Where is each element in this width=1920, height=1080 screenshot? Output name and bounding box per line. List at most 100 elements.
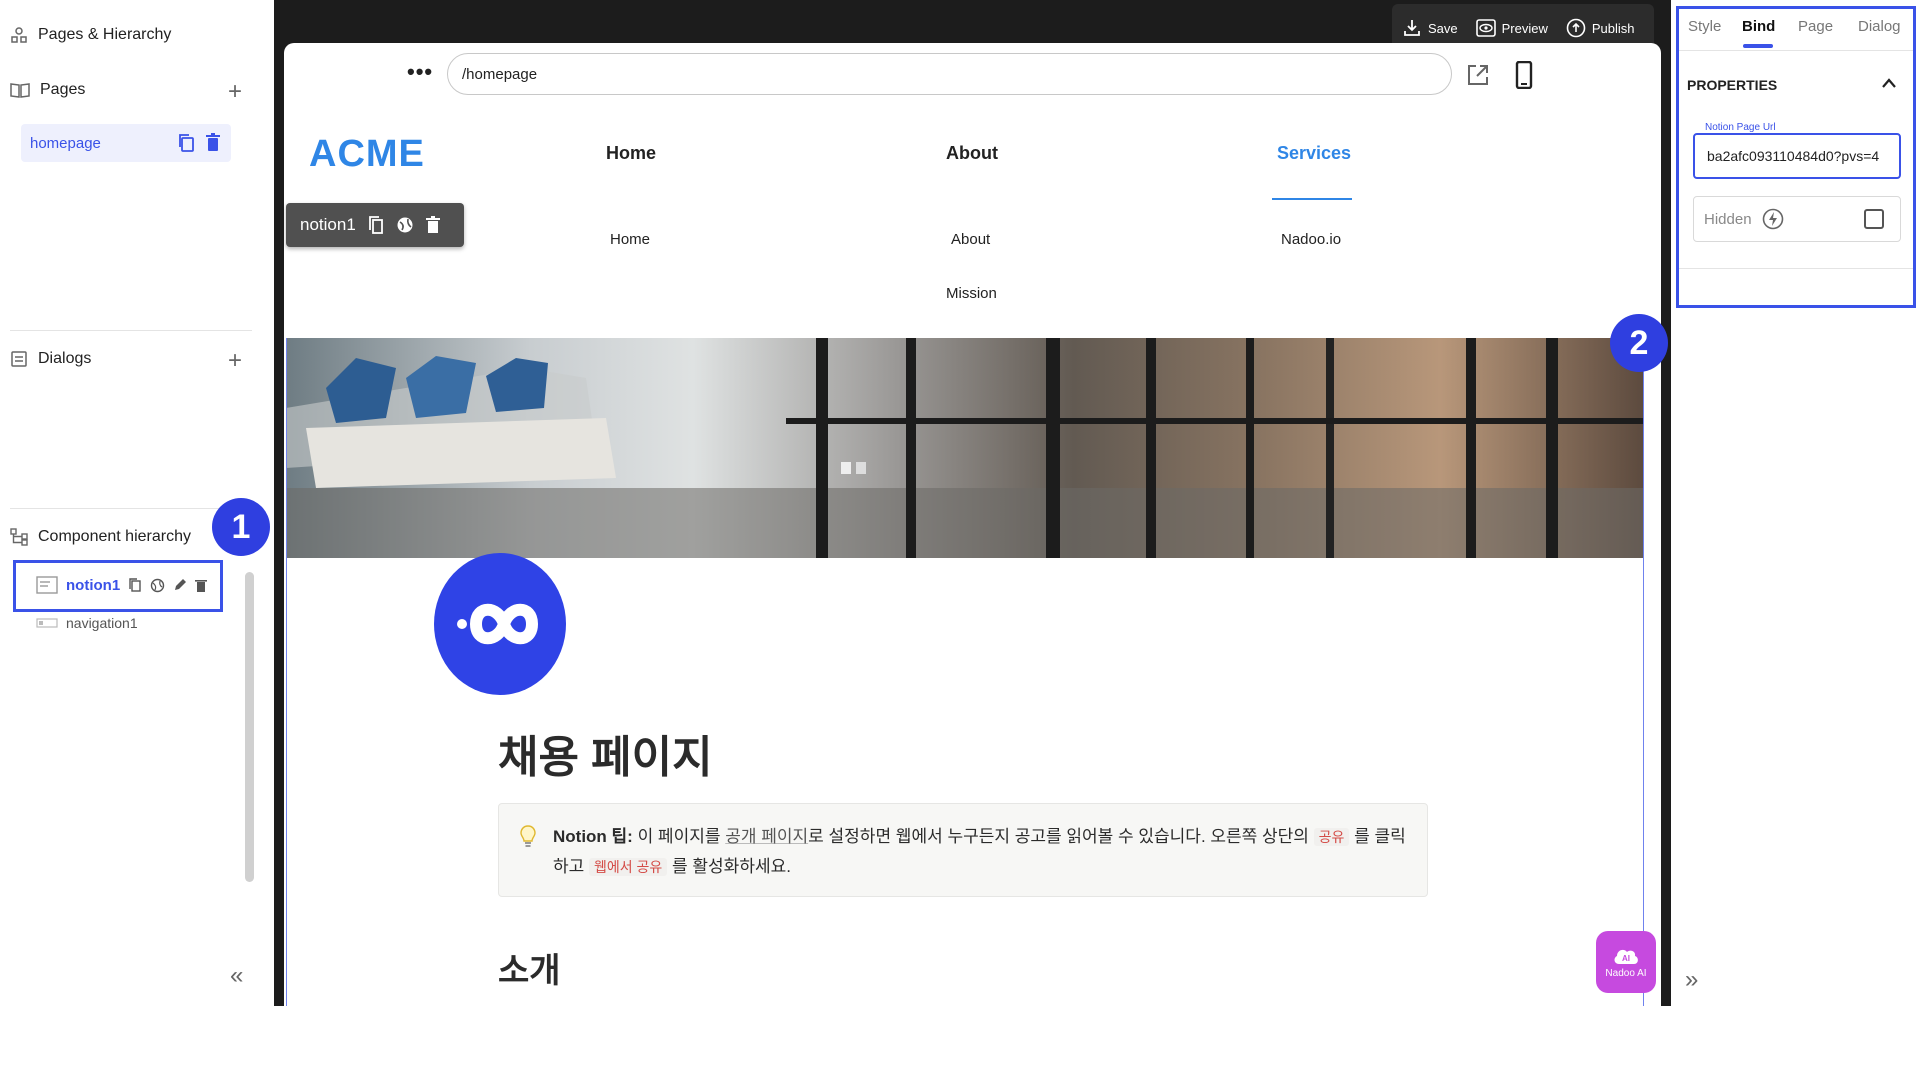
callout-text-2: 로 설정하면 웹에서 누구든지 공고를 읽어볼 수 있습니다. 오른쪽 상단의: [808, 827, 1314, 846]
mobile-view-icon[interactable]: [1515, 61, 1533, 89]
component-hierarchy-header: Component hierarchy: [10, 528, 191, 546]
notion-page-url-label: Notion Page Url: [1701, 122, 1780, 133]
hidden-checkbox[interactable]: [1864, 209, 1884, 229]
component-item-navigation1[interactable]: navigation1: [36, 615, 138, 631]
sidebar-divider: [10, 508, 252, 509]
delete-icon[interactable]: [205, 133, 221, 153]
add-page-button[interactable]: +: [228, 80, 242, 104]
page-item-label: homepage: [30, 134, 101, 152]
callout-text-1: 이 페이지를: [632, 827, 726, 846]
book-icon: [10, 83, 30, 98]
properties-title: PROPERTIES: [1687, 77, 1778, 93]
right-panel: Style Bind Page Dialog PROPERTIES ba2afc…: [1671, 0, 1920, 1006]
copy-icon[interactable]: [368, 215, 384, 235]
page-item-homepage[interactable]: homepage: [21, 124, 231, 162]
tab-page[interactable]: Page: [1798, 18, 1833, 35]
nadoo-ai-button[interactable]: AI Nadoo AI: [1596, 931, 1656, 993]
download-icon: [1404, 20, 1420, 36]
component-item-label: notion1: [66, 576, 121, 594]
notion-component-icon: [36, 576, 58, 594]
notion-page-url-input[interactable]: ba2afc093110484d0?pvs=4: [1693, 133, 1901, 179]
collapse-right-button[interactable]: »: [1685, 966, 1698, 994]
hidden-toggle-row: Hidden: [1693, 196, 1901, 242]
delete-icon[interactable]: [425, 216, 440, 234]
notion-page-title: 채용 페이지: [498, 733, 713, 782]
publish-label: Publish: [1591, 20, 1635, 36]
tab-bind[interactable]: Bind: [1742, 18, 1775, 35]
component-item-notion1[interactable]: notion1: [36, 576, 208, 594]
nav-active-underline: [1272, 198, 1352, 200]
copy-icon[interactable]: [177, 133, 195, 153]
globe-icon[interactable]: [150, 578, 165, 593]
save-button[interactable]: Save: [1402, 18, 1458, 38]
nav-home[interactable]: Home: [606, 143, 656, 164]
share-tag: 공유: [1313, 828, 1350, 846]
app-root: Pages & Hierarchy Pages + homepage Dialo…: [0, 0, 1920, 1080]
active-tab-underline: [1743, 44, 1773, 48]
hero-image: [286, 338, 1644, 558]
selected-component-name: notion1: [300, 215, 356, 234]
nav-sub-mission[interactable]: Mission: [946, 285, 997, 302]
dialog-icon: [11, 351, 27, 367]
nav-services[interactable]: Services: [1277, 143, 1351, 164]
more-options-button[interactable]: •••: [407, 59, 433, 85]
preview-button[interactable]: Preview: [1475, 19, 1548, 37]
nav-sub-nadoo[interactable]: Nadoo.io: [1281, 231, 1341, 248]
add-dialog-button[interactable]: +: [228, 349, 242, 373]
url-input[interactable]: /homepage: [447, 53, 1452, 95]
hierarchy-scrollbar[interactable]: [245, 572, 254, 882]
nav-sub-about[interactable]: About: [951, 231, 990, 248]
delete-icon[interactable]: [195, 578, 208, 593]
publish-button[interactable]: Publish: [1566, 18, 1635, 38]
tab-style[interactable]: Style: [1688, 18, 1721, 35]
pages-hierarchy-header: Pages & Hierarchy: [10, 26, 171, 44]
preview-label: Preview: [1501, 20, 1548, 36]
dialogs-header: Dialogs: [10, 350, 91, 368]
office-photo: [286, 338, 1644, 558]
ai-badge: AI: [1622, 954, 1630, 963]
collapse-left-button[interactable]: «: [230, 962, 243, 990]
lightbulb-icon: [520, 825, 536, 847]
tab-dialog[interactable]: Dialog: [1858, 18, 1901, 35]
step-marker-1: 1: [212, 498, 270, 556]
dialogs-title: Dialogs: [38, 350, 92, 367]
chevron-up-icon[interactable]: [1881, 77, 1897, 89]
component-item-label: navigation1: [66, 615, 138, 631]
eye-icon: [1475, 19, 1496, 37]
notion-callout: Notion 팁: 이 페이지를 공개 페이지로 설정하면 웹에서 누구든지 공…: [498, 803, 1428, 897]
site-logo[interactable]: ACME: [309, 133, 425, 176]
public-page-link[interactable]: 공개 페이지: [725, 827, 808, 846]
url-path: /homepage: [462, 65, 538, 83]
globe-icon[interactable]: [396, 216, 414, 234]
callout-bold: Notion 팁:: [553, 827, 633, 846]
notion-page-url-value: ba2afc093110484d0?pvs=4: [1707, 148, 1880, 164]
navigation-component-icon: [36, 618, 58, 628]
component-hierarchy-title: Component hierarchy: [38, 528, 191, 545]
tabs-divider: [1679, 50, 1913, 51]
save-label: Save: [1428, 20, 1458, 36]
open-external-icon[interactable]: [1466, 63, 1490, 87]
infinity-logo-icon: [457, 603, 539, 645]
left-sidebar: Pages & Hierarchy Pages + homepage Dialo…: [0, 0, 274, 1006]
nav-sub-home[interactable]: Home: [610, 231, 650, 248]
page-preview-frame: ••• /homepage ACME Home About Services H…: [284, 43, 1661, 1006]
pages-header: Pages: [10, 81, 85, 99]
sidebar-divider: [10, 330, 252, 331]
edit-icon[interactable]: [173, 578, 187, 592]
pages-hierarchy-title: Pages & Hierarchy: [38, 26, 172, 43]
intro-heading: 소개: [498, 952, 561, 990]
hidden-label: Hidden: [1704, 210, 1752, 228]
nav-about[interactable]: About: [946, 143, 998, 164]
callout-text-4: 를 활성화하세요.: [667, 857, 791, 876]
hierarchy-people-icon: [11, 27, 27, 43]
lightning-bind-icon[interactable]: [1762, 208, 1784, 230]
copy-icon[interactable]: [128, 577, 142, 593]
notion-page-icon: [434, 553, 566, 695]
properties-divider: [1679, 268, 1913, 269]
upload-icon: [1566, 18, 1586, 38]
page-item-actions: [177, 133, 221, 153]
nadoo-ai-label: Nadoo AI: [1605, 967, 1647, 979]
tree-icon: [10, 528, 28, 546]
step-marker-2: 2: [1610, 314, 1668, 372]
web-share-tag: 웹에서 공유: [589, 858, 668, 876]
